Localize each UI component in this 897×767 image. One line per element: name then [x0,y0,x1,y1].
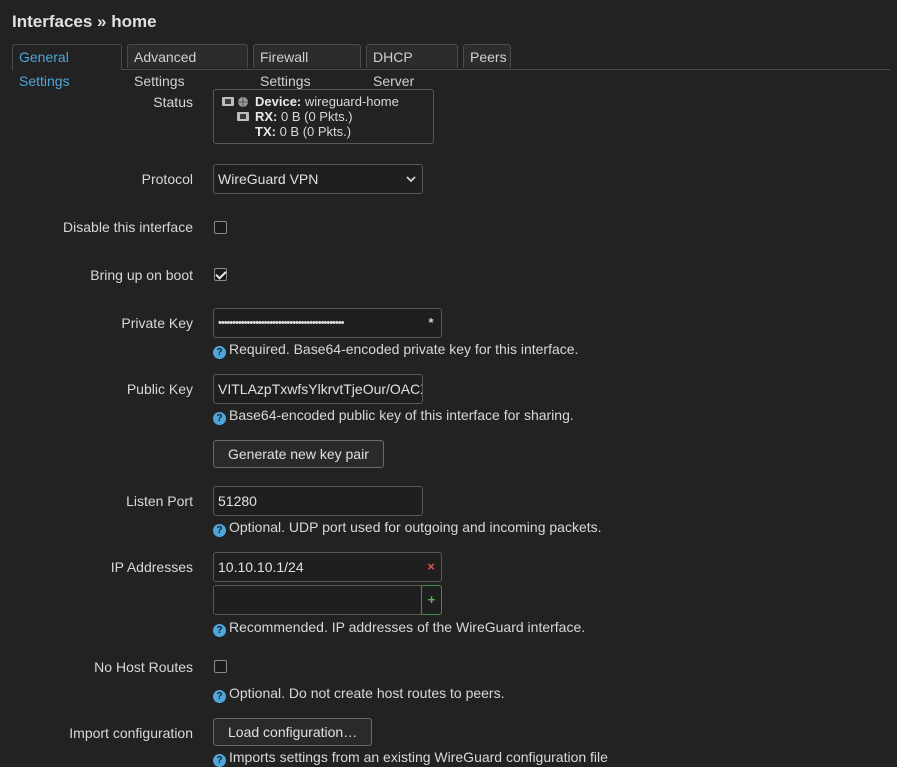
no-host-routes-help-text: Optional. Do not create host routes to p… [229,685,505,701]
listen-port-help-text: Optional. UDP port used for outgoing and… [229,519,602,535]
protocol-select[interactable]: WireGuard VPN [213,164,423,194]
status-device: Device: wireguard-home [255,94,399,109]
help-icon: ? [213,346,226,359]
listen-port-help: ? Optional. UDP port used for outgoing an… [213,519,602,537]
help-icon: ? [213,624,226,637]
private-key-label: Private Key [121,315,193,331]
page-title: Interfaces » home [12,12,157,31]
import-configuration-help-text: Imports settings from an existing WireGu… [229,749,608,765]
private-key-help: ? Required. Base64-encoded private key fo… [213,341,578,359]
public-key-help: ? Base64-encoded public key of this inter… [213,407,574,425]
disable-interface-label: Disable this interface [63,219,193,235]
add-ip-button[interactable]: + [421,585,442,615]
tab-advanced-settings[interactable]: Advanced Settings [127,44,248,89]
help-icon: ? [213,412,226,425]
disable-interface-checkbox[interactable] [214,221,227,234]
chevron-down-icon [406,176,416,183]
reveal-password-button[interactable]: * [421,308,442,338]
bring-up-on-boot-label: Bring up on boot [90,267,193,283]
help-icon: ? [213,754,226,767]
network-device-icon [222,97,249,121]
bring-up-on-boot-checkbox[interactable] [214,268,227,281]
tab-firewall-settings[interactable]: Firewall Settings [253,44,361,89]
status-device-value: wireguard-home [304,94,399,109]
ip-addresses-help: ? Recommended. IP addresses of the WireGu… [213,619,585,637]
import-configuration-label: Import configuration [69,725,193,741]
new-ip-address-input[interactable] [213,585,422,615]
tab-general-settings[interactable]: General Settings [12,44,122,89]
public-key-help-text: Base64-encoded public key of this interf… [229,407,574,423]
import-configuration-help: ? Imports settings from an existing WireG… [213,749,608,767]
tab-dhcp-server[interactable]: DHCP Server [366,44,458,89]
listen-port-input[interactable]: 51280 [213,486,423,516]
status-device-key: Device: [255,94,302,109]
status-tx: TX: 0 B (0 Pkts.) [255,124,351,139]
status-box: Device: wireguard-home RX: 0 B (0 Pkts.)… [213,89,434,144]
ip-addresses-label: IP Addresses [110,559,193,575]
private-key-input[interactable]: ••••••••••••••••••••••••••••••••••••••••… [213,308,422,338]
ip-addresses-help-text: Recommended. IP addresses of the WireGua… [229,619,586,635]
help-icon: ? [213,524,226,537]
tab-bar: General Settings Advanced Settings Firew… [12,44,890,89]
status-rx-value: 0 B (0 Pkts.) [281,109,353,124]
status-tx-value: 0 B (0 Pkts.) [279,124,352,139]
status-rx-key: RX: [255,109,278,124]
generate-key-pair-button[interactable]: Generate new key pair [213,440,384,468]
protocol-selected-value: WireGuard VPN [218,171,319,187]
listen-port-label: Listen Port [126,493,193,509]
status-tx-key: TX: [255,124,276,139]
no-host-routes-checkbox[interactable] [214,660,227,673]
no-host-routes-label: No Host Routes [94,659,193,675]
load-configuration-button[interactable]: Load configuration… [213,718,373,746]
status-rx: RX: 0 B (0 Pkts.) [255,109,353,124]
public-key-label: Public Key [126,381,193,397]
remove-ip-button[interactable]: × [421,552,442,582]
private-key-help-text: Required. Base64-encoded private key for… [229,341,579,357]
status-label: Status [153,94,193,110]
public-key-input[interactable]: VITLAzpTxwfsYlkrvtTjeOur/OACX6 [213,374,423,404]
protocol-label: Protocol [141,171,193,187]
help-icon: ? [213,690,226,703]
ip-address-entry[interactable]: 10.10.10.1/24 [213,552,422,582]
no-host-routes-help: ? Optional. Do not create host routes to … [213,685,505,703]
tab-peers[interactable]: Peers [463,44,511,68]
